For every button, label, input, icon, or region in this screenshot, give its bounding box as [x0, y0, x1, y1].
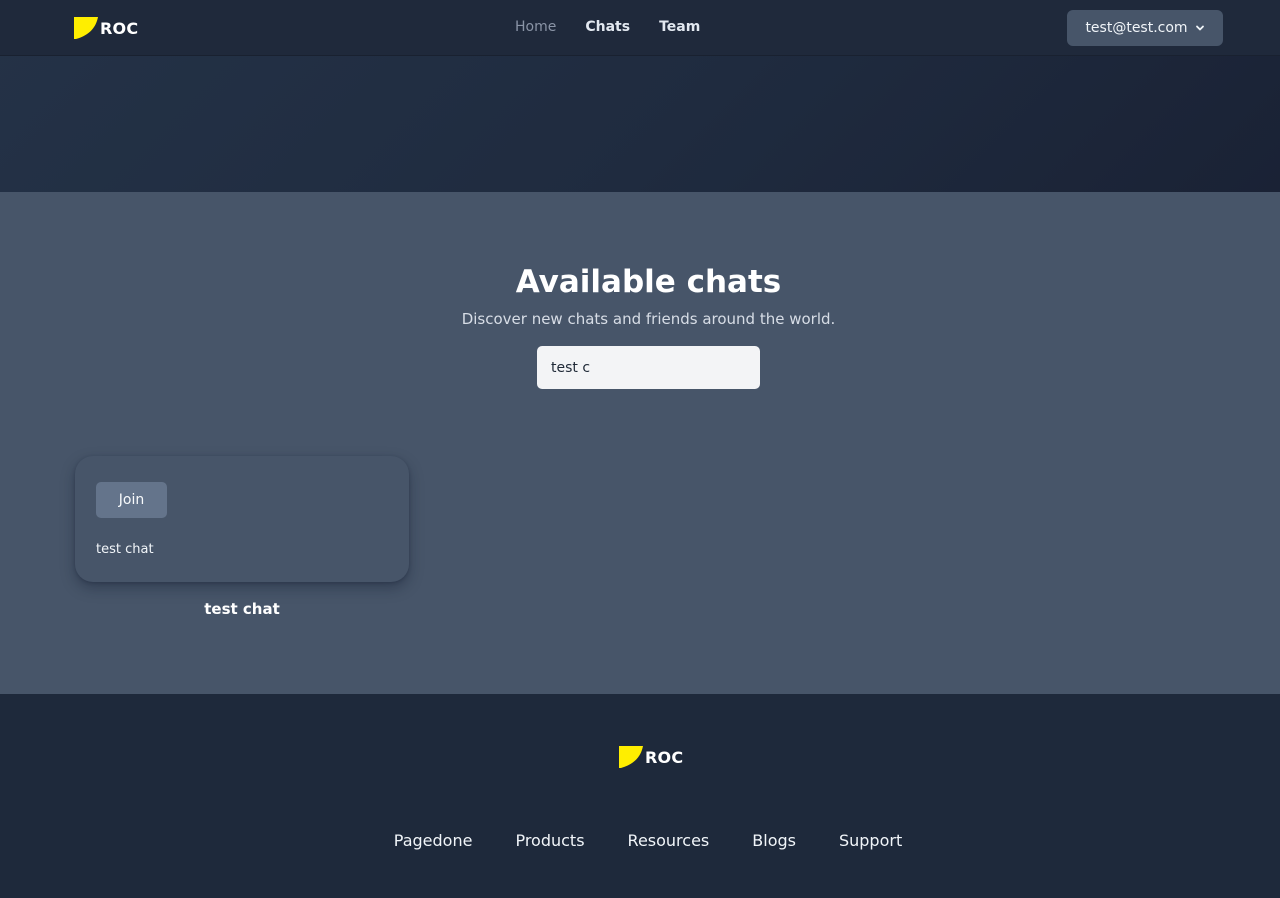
chat-description: test chat	[96, 542, 154, 557]
page-subtitle: Discover new chats and friends around th…	[461, 310, 836, 328]
chats-section: Available chats Discover new chats and f…	[0, 192, 1280, 694]
footer-links: Pagedone Products Resources Blogs Suppor…	[0, 831, 1280, 850]
nav-link-chats[interactable]: Chats	[585, 19, 630, 35]
nav-links: Home Chats Team	[515, 19, 700, 35]
page-title: Available chats	[515, 264, 782, 300]
user-email: test@test.com	[1085, 20, 1188, 36]
footer-link-resources[interactable]: Resources	[628, 831, 710, 850]
brand-logo[interactable]: ROC	[74, 17, 138, 39]
join-button[interactable]: Join	[96, 482, 167, 518]
nav-link-team[interactable]: Team	[659, 19, 700, 35]
footer-brand-logo[interactable]: ROC	[619, 746, 683, 768]
brand-name: ROC	[100, 18, 139, 38]
yellow-flag-logo-icon	[74, 17, 98, 39]
navbar: ROC Home Chats Team test@test.com	[0, 0, 1280, 56]
yellow-flag-logo-icon	[619, 746, 643, 768]
footer-link-pagedone[interactable]: Pagedone	[394, 831, 473, 850]
user-menu-button[interactable]: test@test.com	[1067, 10, 1223, 46]
page: ROC Home Chats Team test@test.com Availa…	[0, 0, 1280, 898]
footer-link-blogs[interactable]: Blogs	[752, 831, 796, 850]
footer-link-products[interactable]: Products	[515, 831, 584, 850]
nav-link-home[interactable]: Home	[515, 19, 556, 35]
chevron-down-icon	[1195, 25, 1204, 31]
chat-search-input[interactable]	[537, 346, 760, 389]
footer-brand-name: ROC	[645, 747, 684, 767]
hero-header: ROC Home Chats Team test@test.com	[0, 0, 1280, 192]
footer: ROC Pagedone Products Resources Blogs Su…	[0, 694, 1280, 898]
footer-link-support[interactable]: Support	[839, 831, 902, 850]
chat-card: Join test chat	[75, 456, 409, 582]
chat-name: test chat	[204, 600, 280, 618]
